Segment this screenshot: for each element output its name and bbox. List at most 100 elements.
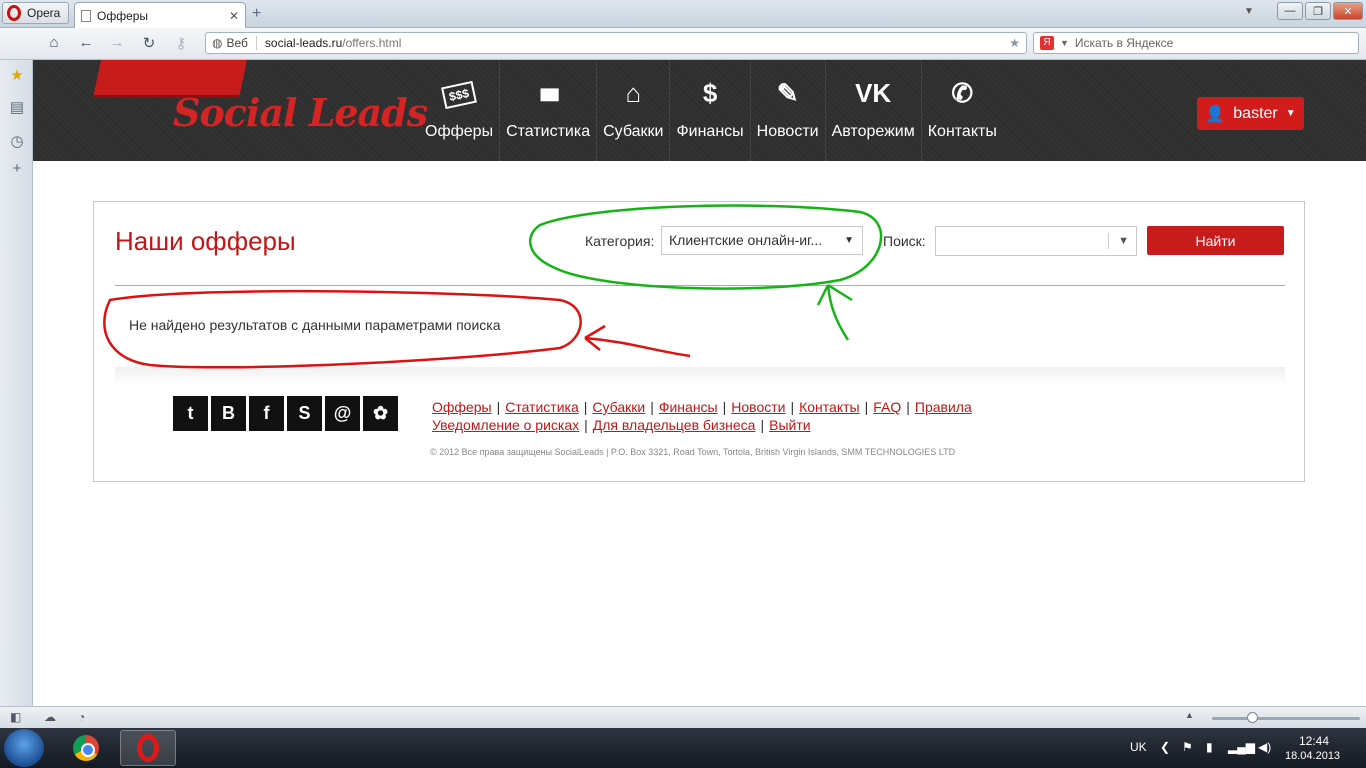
tag-icon: $$$	[441, 80, 477, 110]
offers-panel: Наши офферы Категория: Клиентские онлайн…	[93, 201, 1305, 482]
key-icon[interactable]: ⚷	[171, 34, 191, 52]
address-bar[interactable]: ◍ Веб social-leads.ru/offers.html ★	[205, 32, 1027, 54]
url-path: /offers.html	[342, 36, 402, 50]
menu-item-label: Офферы	[425, 123, 494, 140]
find-button[interactable]: Найти	[1147, 226, 1284, 255]
link-separator: |	[760, 417, 765, 433]
clock-time[interactable]: 12:44	[1299, 734, 1329, 748]
browser-side-panel: ★ ▤ ◷ +	[0, 60, 33, 706]
email-icon[interactable]: @	[325, 396, 360, 431]
search-field[interactable]: Я ▼ Искать в Яндексе	[1033, 32, 1359, 54]
minimize-button[interactable]: —	[1277, 2, 1303, 20]
clock-date[interactable]: 18.04.2013	[1285, 750, 1340, 762]
menu-item-contacts[interactable]: ✆ Контакты	[922, 60, 1003, 161]
search-engine-chevron-icon[interactable]: ▼	[1060, 38, 1069, 48]
start-button[interactable]	[4, 729, 44, 767]
footer-link[interactable]: FAQ	[873, 399, 901, 415]
volume-icon[interactable]: ◀)	[1258, 740, 1271, 754]
site-header: Social Leads $$$ Офферы ▮▮▮ Статистика ⌂ Суба…	[33, 60, 1366, 161]
web-page: Social Leads $$$ Офферы ▮▮▮ Статистика ⌂ Суба…	[33, 60, 1366, 706]
footer-link[interactable]: Финансы	[659, 399, 718, 415]
view-chevron-up-icon[interactable]: ▲	[1185, 710, 1194, 720]
user-caret-icon: ▼	[1285, 108, 1296, 119]
speed-dial-icon[interactable]: ◔	[78, 710, 85, 724]
twitter-icon[interactable]: t	[173, 396, 208, 431]
new-tab-button[interactable]: +	[252, 5, 261, 23]
tab-offers[interactable]: Офферы ✕	[74, 2, 246, 28]
zoom-slider[interactable]	[1212, 717, 1360, 720]
zoom-slider-handle[interactable]	[1247, 712, 1258, 723]
main-menu: $$$ Офферы ▮▮▮ Статистика ⌂ Субакки $ Финансы ✎ Н…	[419, 60, 1003, 161]
footer-link[interactable]: Правила	[915, 399, 972, 415]
restore-button[interactable]: ❐	[1305, 2, 1331, 20]
close-window-button[interactable]: ✕	[1333, 2, 1363, 20]
taskbar-opera[interactable]	[120, 730, 176, 766]
network-signal-icon[interactable]: ▂▄▆	[1228, 740, 1255, 754]
menu-item-label: Финансы	[676, 123, 744, 140]
category-value: Клиентские онлайн-иг...	[669, 232, 823, 248]
menu-item-finance[interactable]: $ Финансы	[670, 60, 751, 161]
user-menu-button[interactable]: 👤 baster ▼	[1197, 97, 1304, 130]
footer-link[interactable]: Субакки	[592, 399, 645, 415]
footer-links-row-2: Уведомление о рисках | Для владельцев бизн…	[432, 416, 1032, 434]
pencil-icon: ✎	[776, 78, 799, 108]
menu-item-statistics[interactable]: ▮▮▮ Статистика	[500, 60, 598, 161]
footer-link[interactable]: Уведомление о рисках	[432, 417, 579, 433]
tray-chevron-left-icon[interactable]: ❮	[1160, 740, 1170, 754]
menu-item-news[interactable]: ✎ Новости	[751, 60, 826, 161]
user-name: baster	[1233, 104, 1278, 122]
opera-menu-button[interactable]: Opera	[2, 2, 69, 24]
search-chevron-down-icon[interactable]: ▼	[1118, 235, 1129, 247]
globe-icon: ◍	[212, 36, 223, 50]
taskbar-chrome[interactable]	[58, 730, 114, 766]
header-divider	[115, 285, 1285, 286]
language-indicator[interactable]: UK	[1130, 740, 1147, 754]
home-icon[interactable]: ⌂	[44, 34, 64, 51]
add-panel-icon[interactable]: +	[8, 160, 26, 177]
footer-link[interactable]: Для владельцев бизнеса	[593, 417, 756, 433]
category-select[interactable]: Клиентские онлайн-иг... ▼	[661, 226, 863, 255]
reload-icon[interactable]: ↻	[139, 34, 159, 52]
history-clock-icon[interactable]: ◷	[8, 132, 26, 150]
cloud-icon[interactable]: ☁	[44, 710, 56, 724]
power-icon[interactable]: ▮	[1206, 740, 1213, 754]
social-icons: t Bf S @ ✿	[173, 396, 398, 431]
category-label: Категория:	[585, 233, 655, 249]
search-combobox[interactable]: ▼	[935, 226, 1137, 256]
menu-item-label: Субакки	[603, 123, 664, 140]
opera-icon	[137, 734, 159, 762]
search-placeholder: Искать в Яндексе	[1074, 36, 1174, 50]
icq-icon[interactable]: ✿	[363, 396, 398, 431]
action-center-flag-icon[interactable]: ⚑	[1182, 740, 1193, 754]
notes-icon[interactable]: ▤	[8, 98, 26, 116]
footer-link[interactable]: Выйти	[769, 417, 810, 433]
vk-b-icon[interactable]: B	[211, 396, 246, 431]
footer-link[interactable]: Статистика	[505, 399, 579, 415]
back-icon[interactable]: ←	[76, 34, 96, 51]
menu-item-subaccounts[interactable]: ⌂ Субакки	[597, 60, 671, 161]
site-logo[interactable]: Social Leads	[173, 90, 428, 135]
home-refresh-icon: ⌂	[625, 78, 642, 108]
opera-menu-label: Opera	[27, 6, 61, 20]
menu-item-label: Статистика	[506, 123, 591, 140]
footer-shade	[115, 367, 1285, 385]
tab-close-icon[interactable]: ✕	[229, 9, 239, 23]
category-chevron-down-icon: ▼	[844, 235, 854, 246]
facebook-icon[interactable]: f	[249, 396, 284, 431]
panel-toggle-icon[interactable]: ◧	[10, 710, 21, 724]
no-results-message: Не найдено результатов с данными парамет…	[129, 317, 501, 333]
forward-icon[interactable]: →	[107, 34, 127, 51]
link-separator: |	[906, 399, 910, 415]
tab-title: Офферы	[97, 8, 149, 23]
footer-link[interactable]: Контакты	[799, 399, 859, 415]
skype-icon[interactable]: S	[287, 396, 322, 431]
menu-item-offers[interactable]: $$$ Офферы	[419, 60, 501, 161]
menu-item-label: Новости	[756, 123, 819, 140]
bookmarks-star-icon[interactable]: ★	[8, 66, 26, 84]
tab-list-chevron-icon[interactable]: ▼	[1244, 6, 1254, 17]
footer-link[interactable]: Новости	[731, 399, 785, 415]
bookmark-star-icon[interactable]: ★	[1009, 36, 1020, 50]
menu-item-autopilot[interactable]: VK Авторежим	[826, 60, 922, 161]
footer-link[interactable]: Офферы	[432, 399, 492, 415]
user-icon: 👤	[1205, 105, 1226, 123]
